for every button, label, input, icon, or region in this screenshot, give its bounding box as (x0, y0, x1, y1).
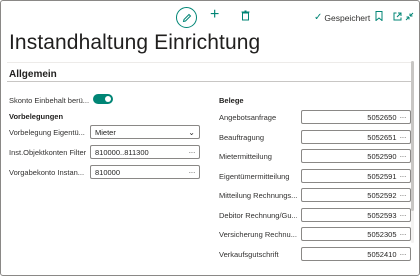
belege-field-label: Angebotsanfrage (219, 113, 277, 122)
lookup-ellipsis-icon[interactable]: ··· (400, 172, 407, 181)
belege-field-label: Debitor Rechnung/Gu... (219, 211, 297, 220)
belege-number-input[interactable]: 5052650 ··· (301, 110, 411, 124)
vorgabekonto-input[interactable]: 810000 ··· (90, 165, 200, 179)
collapse-button[interactable] (405, 10, 414, 24)
delete-button[interactable] (241, 10, 250, 24)
belege-field-label: Beauftragung (219, 133, 265, 142)
field-value: 5052650 (367, 112, 397, 122)
trash-icon (241, 10, 250, 21)
page-frame: + ✓ Gespeichert Instandhaltung Einrichtu… (0, 0, 420, 276)
belege-number-input[interactable]: 5052590 ··· (301, 149, 411, 163)
bookmark-icon (375, 11, 383, 22)
skonto-label: Skonto Einbehalt berü... (9, 96, 89, 105)
saved-label: Gespeichert (324, 12, 371, 23)
plus-icon: + (210, 6, 220, 23)
field-label-vorbelegung: Vorbelegung Eigentü... (9, 128, 85, 137)
vorbelegung-select[interactable]: Mieter ⌄ (90, 125, 200, 139)
saved-status: ✓ Gespeichert (314, 12, 370, 23)
section-title-allgemein[interactable]: Allgemein (9, 69, 57, 80)
belege-number-input[interactable]: 5052651 ··· (301, 130, 411, 144)
bookmark-button[interactable] (375, 10, 383, 24)
lookup-ellipsis-icon[interactable]: ··· (400, 152, 407, 161)
field-value: 5052410 (367, 249, 397, 259)
lookup-ellipsis-icon[interactable]: ··· (400, 250, 407, 259)
add-button[interactable]: + (210, 6, 220, 23)
scrollbar-thumb[interactable] (411, 61, 414, 211)
lookup-ellipsis-icon[interactable]: ··· (400, 230, 407, 239)
belege-number-input[interactable]: 5052410 ··· (301, 247, 411, 261)
belege-field-label: Mietermitteilung (219, 152, 272, 161)
group-title-belege: Belege (219, 96, 244, 105)
belege-number-input[interactable]: 5052592 ··· (301, 188, 411, 202)
chevron-down-icon: ⌄ (188, 127, 195, 137)
field-label-objektkonten: Inst.Objektkonten Filter (9, 148, 87, 157)
objektkonten-filter-input[interactable]: 810000..811300 ··· (90, 145, 200, 159)
field-value: 810000 (95, 167, 121, 177)
lookup-ellipsis-icon[interactable]: ··· (400, 133, 407, 142)
field-value: 5052593 (367, 210, 397, 220)
divider (7, 62, 411, 63)
belege-field-label: Verkaufsgutschrift (219, 250, 279, 259)
page-title: Instandhaltung Einrichtung (9, 31, 261, 54)
field-value: Mieter (95, 127, 116, 137)
belege-field-label: Versicherung Rechnu... (219, 230, 297, 239)
lookup-ellipsis-icon[interactable]: ··· (400, 113, 407, 122)
collapse-icon (405, 12, 414, 21)
lookup-ellipsis-icon[interactable]: ··· (189, 148, 196, 157)
belege-field-label: Eigentümermitteilung (219, 172, 290, 181)
belege-field-label: Mitteilung Rechnungs... (219, 191, 297, 200)
popout-button[interactable] (393, 10, 402, 24)
toolbar: + ✓ Gespeichert (1, 7, 420, 29)
field-value: 810000..811300 (95, 147, 149, 157)
section-divider (7, 81, 411, 82)
lookup-ellipsis-icon[interactable]: ··· (400, 191, 407, 200)
field-value: 5052592 (367, 190, 397, 200)
belege-number-input[interactable]: 5052593 ··· (301, 208, 411, 222)
field-value: 5052590 (367, 151, 397, 161)
field-label-vorgabekonto: Vorgabekonto Instan... (9, 168, 85, 177)
field-value: 5052305 (367, 229, 397, 239)
pencil-icon (182, 13, 191, 22)
lookup-ellipsis-icon[interactable]: ··· (400, 211, 407, 220)
group-title-vorbelegungen: Vorbelegungen (9, 112, 64, 121)
field-value: 5052591 (367, 171, 397, 181)
field-value: 5052651 (367, 132, 397, 142)
skonto-toggle[interactable] (93, 94, 113, 104)
popout-icon (393, 12, 402, 21)
checkmark-icon: ✓ (314, 12, 323, 23)
edit-button[interactable] (176, 7, 197, 28)
lookup-ellipsis-icon[interactable]: ··· (189, 168, 196, 177)
belege-number-input[interactable]: 5052591 ··· (301, 169, 411, 183)
belege-number-input[interactable]: 5052305 ··· (301, 227, 411, 241)
